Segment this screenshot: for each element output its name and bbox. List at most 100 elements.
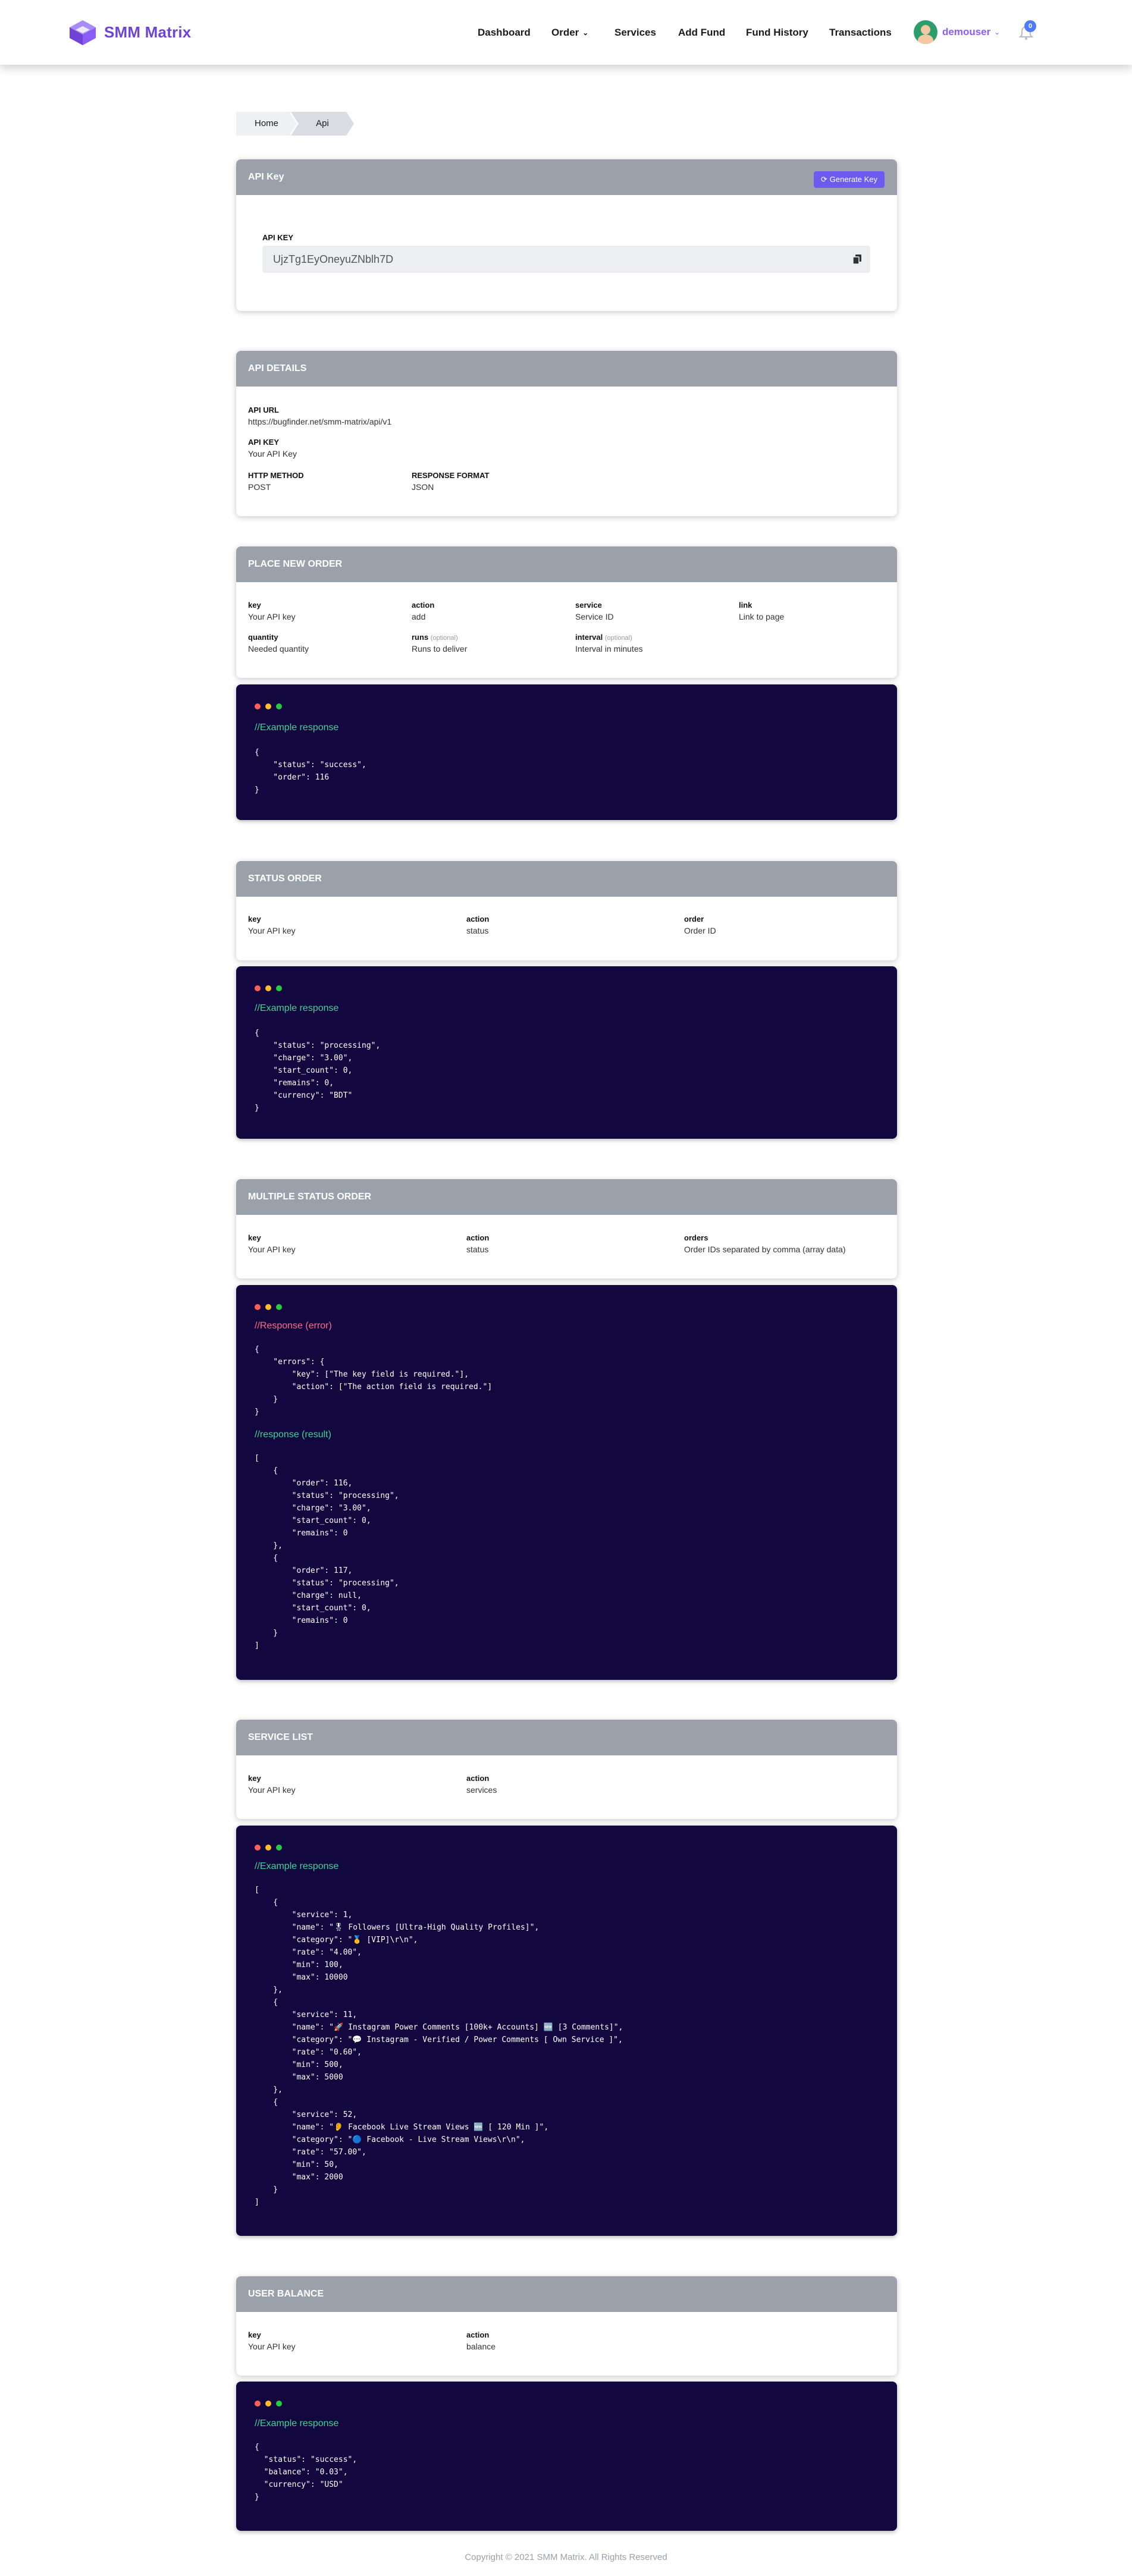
response-code: { "status": "success", "balance": "0.03"… [255, 2443, 358, 2502]
multiple-status-response: //Response (error) { "errors": { "key": … [236, 1285, 897, 1680]
param-key-value: Your API key [248, 926, 296, 935]
api-key-value: UjzTg1EyOneyuZNblh7D [273, 253, 394, 265]
param-orders-value: Order IDs separated by comma (array data… [684, 1245, 846, 1254]
place-order-response: //Example response { "status": "success"… [236, 684, 897, 820]
param-action-label: action [412, 601, 435, 610]
multiple-status-card: MULTIPLE STATUS ORDER key Your API key a… [236, 1179, 897, 1278]
param-key-label: key [248, 601, 261, 610]
window-dots [255, 703, 287, 709]
param-action-value: services [466, 1785, 497, 1795]
breadcrumb-home[interactable]: Home [236, 112, 297, 136]
nav-order-label: Order [551, 27, 579, 38]
card-title: USER BALANCE [236, 2276, 897, 2312]
copy-icon[interactable] [852, 254, 862, 265]
param-service-label: service [575, 601, 602, 610]
param-service-value: Service ID [575, 612, 614, 621]
breadcrumb-current: Api [291, 112, 354, 136]
api-key-value: Your API Key [248, 449, 297, 458]
param-key-value: Your API key [248, 1245, 296, 1254]
nav-add-fund[interactable]: Add Fund [678, 24, 725, 42]
card-title: MULTIPLE STATUS ORDER [236, 1179, 897, 1215]
param-interval-label: interval [575, 633, 603, 642]
nav-services[interactable]: Services [614, 24, 656, 42]
api-key-field[interactable]: UjzTg1EyOneyuZNblh7D [262, 246, 870, 273]
api-key-label: API KEY [248, 438, 280, 447]
status-order-card: STATUS ORDER key Your API key action sta… [236, 861, 897, 960]
place-order-card: PLACE NEW ORDER key Your API key action … [236, 546, 897, 678]
chevron-down-icon: ⌄ [994, 28, 1001, 36]
param-order-value: Order ID [684, 926, 716, 935]
card-title: SERVICE LIST [236, 1720, 897, 1755]
nav-dashboard[interactable]: Dashboard [478, 24, 531, 42]
response-code: [ { "service": 1, "name": "🎖 Followers [… [255, 1886, 623, 2207]
footer-copyright: Copyright © 2021 SMM Matrix. All Rights … [465, 2552, 667, 2562]
response-code: { "status": "processing", "charge": "3.0… [255, 1029, 381, 1113]
service-list-response: //Example response [ { "service": 1, "na… [236, 1826, 897, 2236]
api-key-label: API KEY [262, 233, 294, 242]
response-format-label: RESPONSE FORMAT [412, 471, 490, 480]
user-balance-card: USER BALANCE key Your API key action bal… [236, 2276, 897, 2376]
param-key-value: Your API key [248, 612, 296, 621]
window-dots [255, 1304, 287, 1310]
response-code: { "status": "success", "order": 116 } [255, 748, 366, 794]
nav-transactions[interactable]: Transactions [829, 24, 892, 42]
param-link-value: Link to page [739, 612, 785, 621]
api-key-card-title: API Key [248, 172, 284, 182]
api-url-value: https://bugfinder.net/smm-matrix/api/v1 [248, 417, 392, 426]
param-action-value: balance [466, 2342, 496, 2351]
result-code: [ { "order": 116, "status": "processing"… [255, 1454, 399, 1650]
error-title: //Response (error) [255, 1321, 332, 1331]
api-details-card: API DETAILS API URL https://bugfinder.ne… [236, 351, 897, 516]
window-dots [255, 2401, 287, 2407]
http-method-label: HTTP METHOD [248, 471, 304, 480]
window-dots [255, 985, 287, 991]
window-dots [255, 1845, 287, 1851]
nav-fund-history[interactable]: Fund History [746, 24, 808, 42]
optional-tag: (optional) [604, 634, 632, 642]
user-menu[interactable]: demouser ⌄ [914, 19, 1000, 45]
api-key-card: API Key ⟳ Generate Key API KEY UjzTg1EyOn… [236, 159, 897, 311]
param-key-label: key [248, 1233, 261, 1242]
param-runs-label: runs [412, 633, 429, 642]
card-title: API Key ⟳ Generate Key [236, 159, 897, 195]
http-method-value: POST [248, 482, 271, 492]
param-interval-value: Interval in minutes [575, 644, 643, 654]
param-action-label: action [466, 1774, 490, 1783]
refresh-icon: ⟳ [820, 175, 827, 184]
error-code: { "errors": { "key": ["The key field is … [255, 1345, 493, 1416]
response-format-value: JSON [412, 482, 434, 492]
generate-key-button[interactable]: ⟳ Generate Key [813, 171, 885, 188]
param-orders-label: orders [684, 1233, 708, 1242]
service-list-card: SERVICE LIST key Your API key action ser… [236, 1720, 897, 1819]
optional-tag: (optional) [430, 634, 458, 642]
param-action-label: action [466, 1233, 490, 1242]
card-title: API DETAILS [236, 351, 897, 387]
user-name: demouser [942, 26, 991, 37]
param-key-label: key [248, 2330, 261, 2339]
param-action-value: status [466, 926, 489, 935]
param-order-label: order [684, 915, 704, 923]
chevron-down-icon: ⌄ [582, 29, 589, 37]
avatar [914, 20, 937, 44]
param-runs-value: Runs to deliver [412, 644, 468, 654]
response-title: //Example response [255, 722, 339, 733]
param-action-value: status [466, 1245, 489, 1254]
user-balance-response: //Example response { "status": "success"… [236, 2382, 897, 2531]
param-quantity-value: Needed quantity [248, 644, 309, 654]
param-action-label: action [466, 915, 490, 923]
card-title: STATUS ORDER [236, 861, 897, 897]
card-title: PLACE NEW ORDER [236, 546, 897, 582]
api-url-label: API URL [248, 406, 279, 414]
param-key-value: Your API key [248, 1785, 296, 1795]
top-navbar: SMM Matrix Dashboard Order ⌄ Services Add… [0, 0, 1132, 65]
response-title: //Example response [255, 1003, 339, 1013]
generate-key-label: Generate Key [829, 175, 877, 184]
param-key-label: key [248, 1774, 261, 1783]
response-title: //Example response [255, 1861, 339, 1871]
param-key-label: key [248, 915, 261, 923]
param-link-label: link [739, 601, 752, 610]
status-order-response: //Example response { "status": "processi… [236, 966, 897, 1139]
breadcrumb: Home Api [236, 112, 354, 136]
result-title: //response (result) [255, 1430, 331, 1440]
nav-order[interactable]: Order ⌄ [551, 24, 588, 42]
